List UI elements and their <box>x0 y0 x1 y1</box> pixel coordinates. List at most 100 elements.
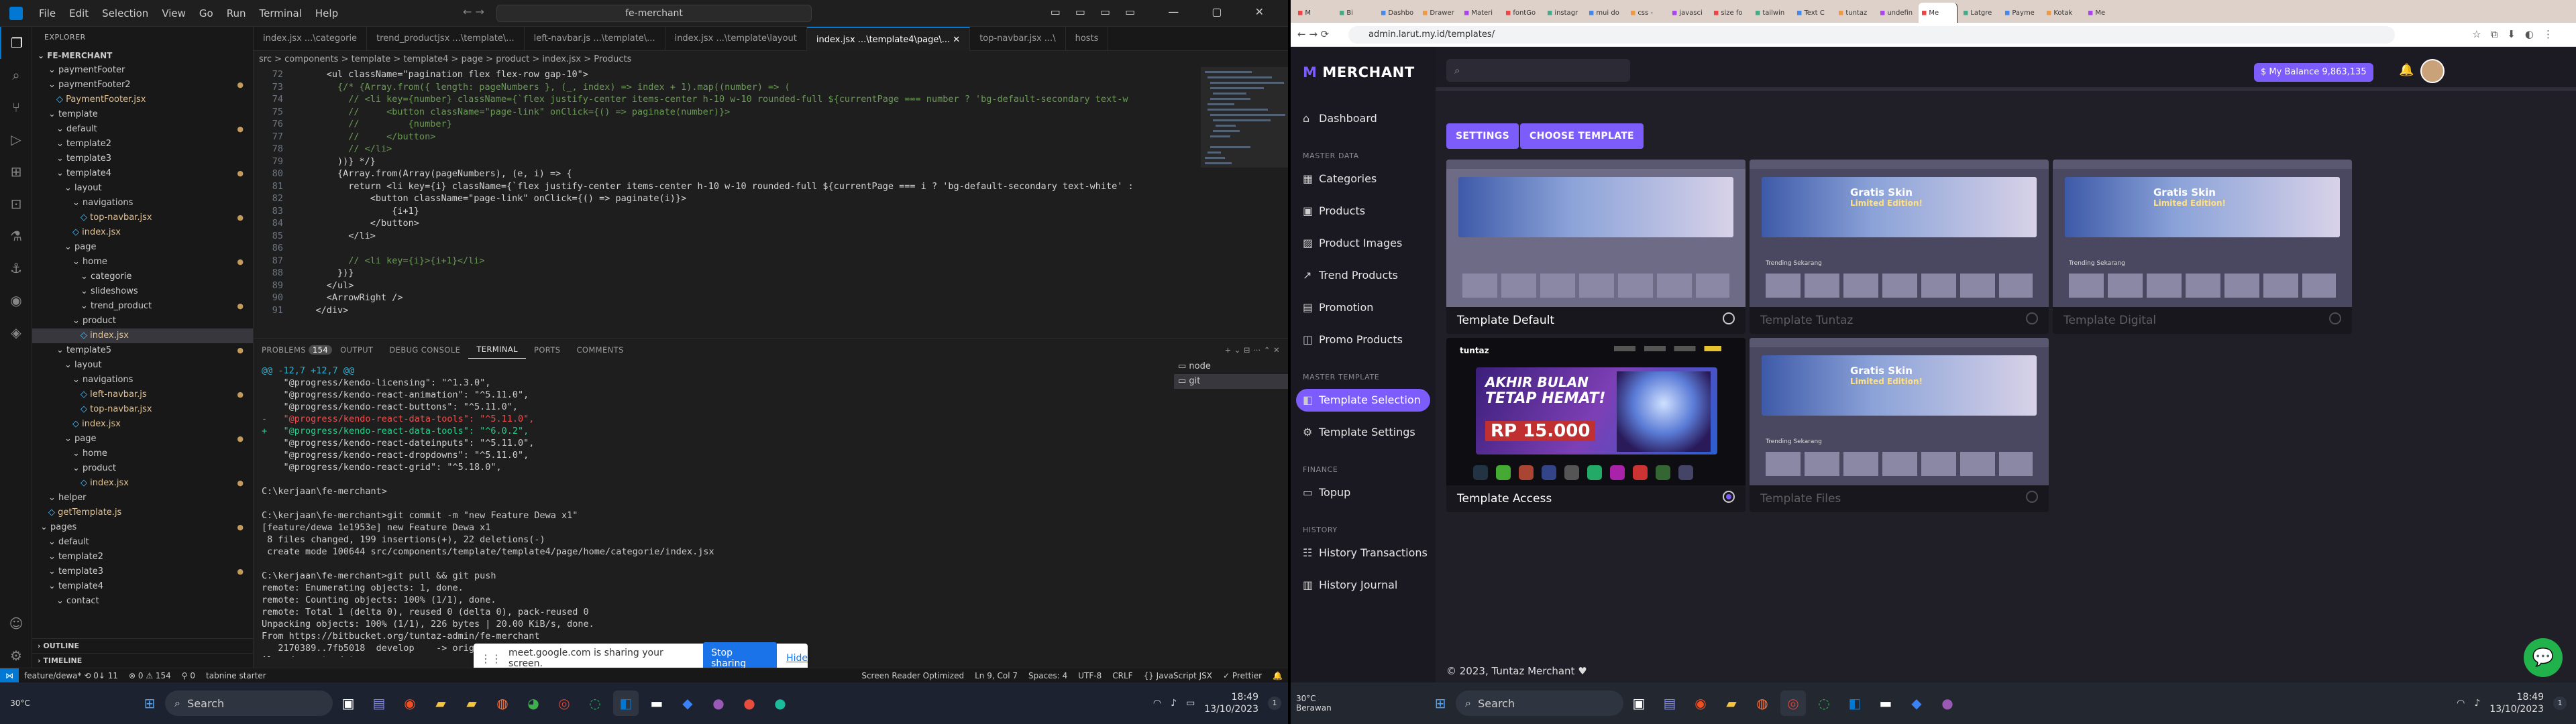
tree-item[interactable]: ⌄ page <box>32 240 253 255</box>
start-icon[interactable]: ⊞ <box>137 690 162 716</box>
problems-status[interactable]: ⊗ 0 ⚠ 154 <box>123 671 176 680</box>
template-card[interactable]: tuntaz AKHIR BULAN TETAP HEMAT! RP 15.000 Te… <box>1446 338 1746 512</box>
ports-status[interactable]: ⚲ 0 <box>176 671 201 680</box>
panel-tab[interactable]: TERMINAL <box>468 345 526 359</box>
tree-item[interactable]: ⌄ layout <box>32 181 253 196</box>
tree-item[interactable]: ⌄ pages ● <box>32 520 253 535</box>
prettier-status[interactable]: ✓ Prettier <box>1218 671 1267 680</box>
office-icon[interactable]: ◉ <box>1688 690 1713 716</box>
panel-tab[interactable]: PROBLEMS <box>254 345 314 355</box>
browser-tab[interactable]: ◼ Text C <box>1794 3 1833 23</box>
remote-icon[interactable]: ⊡ <box>0 188 32 220</box>
terminal-list-item[interactable]: ▭ node <box>1174 359 1288 374</box>
notification-bell-icon[interactable]: 🔔 <box>2399 63 2414 77</box>
terminal-list-item[interactable]: ▭ git <box>1174 374 1288 389</box>
settings-gear-icon[interactable]: ⚙ <box>0 640 32 672</box>
taskbar-search[interactable]: ⌕ Search <box>1456 690 1623 716</box>
tree-item[interactable]: ⌄ helper <box>32 491 253 505</box>
template-radio[interactable] <box>1723 491 1735 503</box>
app-icon-2[interactable]: ● <box>1935 690 1960 716</box>
browser-tab[interactable]: ◼ Me <box>1919 3 1957 23</box>
menu-item[interactable]: Selection <box>95 7 155 19</box>
browser-tab[interactable]: ◼ Kotak <box>2043 3 2082 23</box>
account-icon[interactable]: ☺ <box>0 607 32 640</box>
edge-icon[interactable]: ◕ <box>521 690 546 716</box>
tree-item[interactable]: ⌄ navigations <box>32 373 253 387</box>
browser-tab[interactable]: ◼ Payme <box>2002 3 2041 23</box>
tree-item[interactable]: ◇ left-navbar.js ● <box>32 387 253 402</box>
taskbar-search[interactable]: ⌕ Search <box>165 690 333 716</box>
browser-tab[interactable]: ◼ instagr <box>1544 3 1583 23</box>
firefox-icon[interactable]: ◍ <box>490 690 515 716</box>
tree-item[interactable]: ⌄ paymentFooter2 ● <box>32 78 253 93</box>
nav-item[interactable]: ◧ Template Selection <box>1296 389 1430 412</box>
chrome-icon[interactable]: ◎ <box>1780 690 1806 716</box>
nav-item[interactable]: ▥ History Journal <box>1296 574 1430 597</box>
nav-item[interactable]: ▤ Promotion <box>1296 296 1430 319</box>
panel-tab[interactable]: DEBUG CONSOLE <box>381 345 468 355</box>
outline-section[interactable]: › OUTLINE <box>32 638 254 653</box>
command-search[interactable]: fe-merchant <box>496 5 812 22</box>
cursor-position[interactable]: Ln 9, Col 7 <box>969 671 1023 680</box>
browser-tab[interactable]: ◼ javasci <box>1669 3 1708 23</box>
app-icon-3[interactable]: ● <box>737 690 762 716</box>
menu-item[interactable]: File <box>32 7 62 19</box>
tree-item[interactable]: ◇ getTemplate.js <box>32 505 253 520</box>
tree-item[interactable]: ⌄ layout <box>32 358 253 373</box>
back-forward-reload-icons[interactable]: ← → ⟳ <box>1297 28 1329 40</box>
app-icon-4[interactable]: ● <box>767 690 793 716</box>
browser-tab[interactable]: ◼ M <box>1295 3 1334 23</box>
branch-status[interactable]: feature/dewa* ⟲ 0↓ 11 <box>19 671 123 680</box>
vscode-taskbar-icon[interactable]: ◧ <box>613 690 639 716</box>
screen-reader-status[interactable]: Screen Reader Optimized <box>856 671 969 680</box>
browser-tab[interactable]: ◼ tuntaz <box>1835 3 1874 23</box>
firefox-icon[interactable]: ◍ <box>1750 690 1775 716</box>
menu-item[interactable]: View <box>155 7 193 19</box>
browser-tab[interactable]: ◼ Latgre <box>1960 3 1999 23</box>
editor-tab[interactable]: index.jsx ...\template4\page\... ✕ <box>806 27 971 51</box>
editor-tab[interactable]: top-navbar.jsx ...\ <box>970 27 1066 51</box>
nav-arrows-icon[interactable]: ← → <box>463 5 484 18</box>
start-icon[interactable]: ⊞ <box>1428 690 1453 716</box>
menu-item[interactable]: Go <box>193 7 220 19</box>
code-editor[interactable]: 72 <ul className="pagination flex flex-r… <box>254 67 1213 335</box>
terminal-taskbar-icon[interactable]: ▬ <box>644 690 669 716</box>
tree-item[interactable]: ⌄ home ● <box>32 255 253 269</box>
balance-badge[interactable]: $ My Balance 9,863,135 <box>2254 63 2373 82</box>
browser-tab[interactable]: ◼ tailwin <box>1752 3 1791 23</box>
template-card[interactable]: Gratis Skin Limited Edition! Trending Seka… <box>1750 160 2049 334</box>
url-field[interactable]: admin.larut.my.id/templates/ <box>1348 25 2395 44</box>
teams-icon[interactable]: ▤ <box>1657 690 1682 716</box>
tree-item[interactable]: ⌄ slideshows <box>32 284 253 299</box>
nav-item[interactable]: ▦ Categories <box>1296 168 1430 190</box>
tree-item[interactable]: ⌄ paymentFooter <box>32 63 253 78</box>
editor-tab[interactable]: left-navbar.js ...\template\... <box>525 27 665 51</box>
system-tray[interactable]: ◠ ♪ ▭ 18:49 13/10/2023 1 <box>1153 691 1288 715</box>
search-icon[interactable]: ⌕ <box>0 59 32 91</box>
project-root[interactable]: ⌄ FE-MERCHANT <box>32 48 253 63</box>
docker-icon[interactable]: ⚓ <box>0 252 32 284</box>
wifi-icon[interactable]: ◠ <box>1153 698 1161 709</box>
timeline-section[interactable]: › TIMELINE <box>32 653 254 668</box>
tree-item[interactable]: ⌄ product <box>32 314 253 328</box>
app-icon-2[interactable]: ● <box>706 690 731 716</box>
language-status[interactable]: {} JavaScript JSX <box>1138 671 1218 680</box>
tree-item[interactable]: ⌄ home <box>32 446 253 461</box>
testing-icon[interactable]: ⚗ <box>0 220 32 252</box>
file-explorer-icon[interactable]: ▰ <box>428 690 453 716</box>
tree-item[interactable]: ◇ index.jsx <box>32 225 253 240</box>
nav-item[interactable]: ☷ History Transactions <box>1296 542 1430 564</box>
breadcrumb[interactable]: src > components > template > template4 … <box>254 52 1288 67</box>
browser-tab[interactable]: ◼ fontGo <box>1503 3 1542 23</box>
editor-tab[interactable]: index.jsx ...\categorie <box>254 27 368 51</box>
teams-icon[interactable]: ▤ <box>366 690 392 716</box>
tree-item[interactable]: ⌄ product <box>32 461 253 476</box>
tree-item[interactable]: ⌄ trend_product ● <box>32 299 253 314</box>
nav-item[interactable]: ▣ Products <box>1296 200 1430 223</box>
browser-tab[interactable]: ◼ css - <box>1627 3 1666 23</box>
run-debug-icon[interactable]: ▷ <box>0 123 32 156</box>
tree-item[interactable]: ⌄ template5 ● <box>32 343 253 358</box>
template-card[interactable]: Gratis Skin Limited Edition! Trending Seka… <box>2053 160 2352 334</box>
panel-tab[interactable]: OUTPUT <box>332 345 381 355</box>
avatar[interactable] <box>2420 59 2445 83</box>
